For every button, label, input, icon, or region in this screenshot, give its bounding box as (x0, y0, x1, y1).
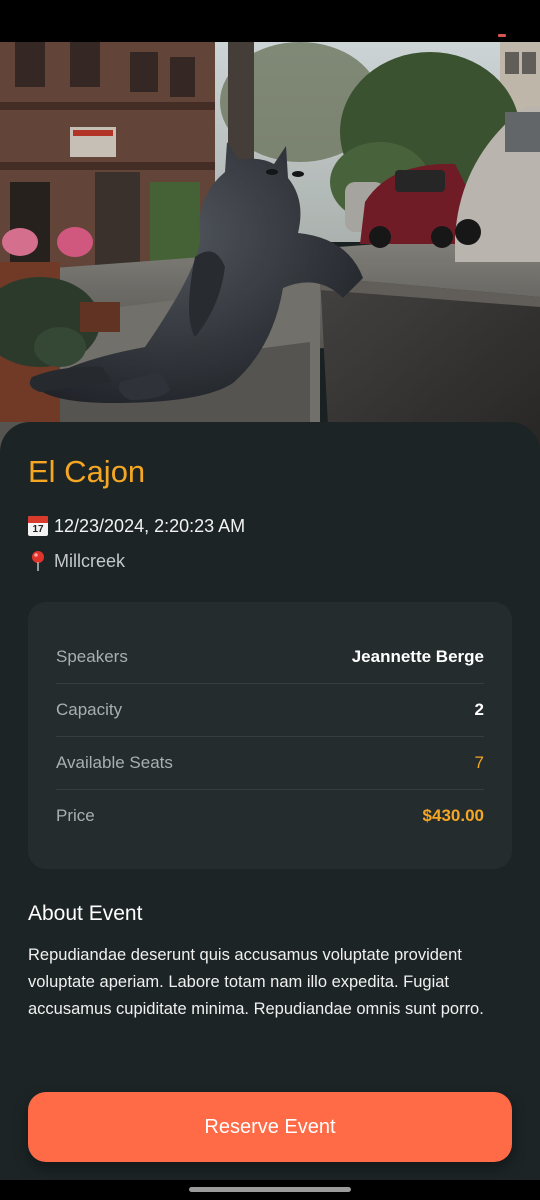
capacity-value: 2 (474, 699, 484, 719)
navigation-bar (0, 1180, 540, 1200)
info-row-speakers: Speakers Jeannette Berge (56, 630, 484, 684)
speakers-value: Jeannette Berge (351, 646, 484, 666)
event-title: El Cajon (28, 454, 146, 489)
info-label: Capacity (56, 699, 123, 719)
event-date-row: 17 12/23/2024, 2:20:23 AM (28, 514, 245, 538)
home-indicator[interactable] (189, 1187, 351, 1192)
event-info-card: Speakers Jeannette Berge Capacity 2 Avai… (28, 602, 512, 869)
info-row-price: Price $430.00 (56, 789, 484, 842)
event-hero-image (0, 42, 540, 462)
available-seats-value: 7 (474, 752, 484, 772)
map-pin-icon (32, 551, 44, 571)
info-label: Available Seats (56, 752, 173, 772)
status-indicator (498, 34, 506, 37)
calendar-icon: 17 (28, 516, 48, 536)
info-row-capacity: Capacity 2 (56, 683, 484, 737)
about-event-heading: About Event (28, 902, 143, 925)
event-location-row: Millcreek (28, 549, 125, 573)
event-detail-sheet: El Cajon 17 12/23/2024, 2:20:23 AM Millc… (0, 422, 540, 1180)
about-event-description: Repudiandae deserunt quis accusamus volu… (28, 946, 484, 1018)
reserve-event-button[interactable]: Reserve Event (28, 1092, 512, 1162)
info-label: Price (56, 805, 95, 825)
info-label: Speakers (56, 646, 128, 666)
status-bar (0, 0, 540, 42)
info-row-available-seats: Available Seats 7 (56, 736, 484, 790)
price-value: $430.00 (422, 805, 484, 825)
event-detail-screen: El Cajon 17 12/23/2024, 2:20:23 AM Millc… (0, 0, 540, 1200)
event-location: Millcreek (54, 550, 126, 571)
event-date-time: 12/23/2024, 2:20:23 AM (54, 515, 246, 536)
